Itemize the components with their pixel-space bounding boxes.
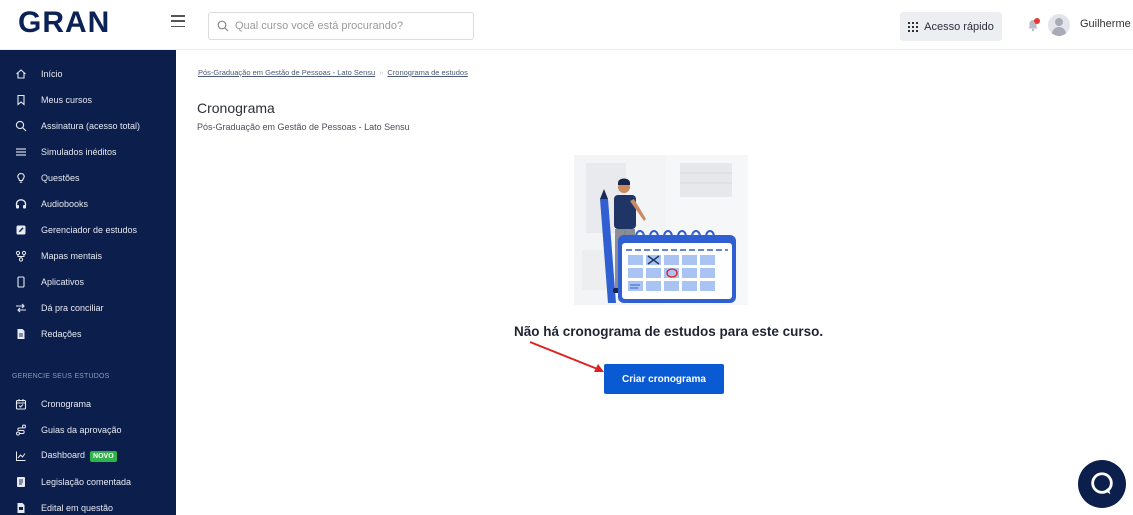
sidebar-item-label: Dá pra conciliar [41,303,104,313]
sidebar-item-label: Cronograma [41,399,92,409]
headphones-icon [15,198,27,210]
sidebar-item-label: Assinatura (acesso total) [41,121,141,131]
grid-icon [908,21,919,32]
phone-icon [15,276,27,288]
sidebar-item-inicio[interactable]: Início [0,61,176,87]
sidebar-item-mapas[interactable]: Mapas mentais [0,243,176,269]
sidebar-item-label: Dashboard [41,450,86,461]
section-title: GERENCIE SEUS ESTUDOS [12,373,110,380]
mindmap-icon [15,250,27,262]
book-icon [15,476,27,488]
search-box[interactable] [208,12,474,40]
notification-bell-icon[interactable] [1026,18,1040,32]
sidebar-item-label: Gerenciador de estudos [41,225,138,235]
annotation-arrow [529,341,604,372]
sidebar-item-assinatura[interactable]: Assinatura (acesso total) [0,113,176,139]
page-title: Cronograma [197,100,275,116]
sidebar-item-cronograma[interactable]: Cronograma [0,391,176,417]
sidebar: Início Meus cursos Assinatura (acesso to… [0,50,176,515]
sidebar-item-legislacao[interactable]: Legislação comentada [0,469,176,495]
search-icon [15,120,27,132]
sidebar-item-label: Edital em questão [41,503,114,513]
home-icon [15,68,27,80]
app: GRAN Acesso rápido Guilherme Início Meus… [0,0,1133,515]
swap-icon [15,302,27,314]
user-name[interactable]: Guilherme [1080,18,1131,30]
sidebar-item-label: Mapas mentais [41,251,103,261]
sidebar-item-guias[interactable]: Guias da aprovação [0,417,176,443]
sidebar-item-gerenciador[interactable]: Gerenciador de estudos [0,217,176,243]
chart-line-icon [15,450,27,462]
search-input[interactable] [235,20,455,32]
new-badge: NOVO [90,450,117,462]
lightbulb-icon [15,172,27,184]
sidebar-item-questoes[interactable]: Questões [0,165,176,191]
quick-access-label: Acesso rápido [924,20,994,33]
top-bar: GRAN Acesso rápido Guilherme [0,0,1133,50]
quick-access-button[interactable]: Acesso rápido [900,12,1002,41]
sidebar-item-label: Guias da aprovação [41,425,122,435]
page-subtitle: Pós-Graduação em Gestão de Pessoas - Lat… [197,122,410,132]
notification-dot [1034,18,1040,24]
sidebar-item-da-pra-conciliar[interactable]: Dá pra conciliar [0,295,176,321]
sidebar-item-dashboard[interactable]: Dashboard NOVO [0,443,176,469]
sidebar-item-label: Início [41,69,63,79]
breadcrumb-current-link[interactable]: Cronograma de estudos [387,68,467,77]
edit-icon [15,224,27,236]
sidebar-item-label: Aplicativos [41,277,85,287]
route-icon [15,424,27,436]
bookmark-icon [15,94,27,106]
search-icon [217,20,229,32]
sidebar-item-label: Questões [41,173,80,183]
sidebar-item-audiobooks[interactable]: Audiobooks [0,191,176,217]
avatar[interactable] [1048,14,1070,36]
sidebar-item-label: Meus cursos [41,95,93,105]
breadcrumb-separator: » [379,68,384,77]
chat-icon[interactable] [1078,460,1126,508]
list-icon [15,146,27,158]
sidebar-item-aplicativos[interactable]: Aplicativos [0,269,176,295]
sidebar-item-label-wrap: Dashboard NOVO [41,450,117,462]
gran-logo[interactable]: GRAN [18,6,110,40]
breadcrumb: Pós-Graduação em Gestão de Pessoas - Lat… [198,68,468,77]
sidebar-item-label: Redações [41,329,82,339]
sidebar-item-edital[interactable]: Edital em questão [0,495,176,515]
sidebar-item-label: Simulados inéditos [41,147,117,157]
create-schedule-button[interactable]: Criar cronograma [604,364,724,394]
file-icon [15,502,27,514]
empty-state-message: Não há cronograma de estudos para este c… [514,324,824,339]
sidebar-item-label: Audiobooks [41,199,89,209]
sidebar-item-redacoes[interactable]: Redações [0,321,176,347]
sidebar-item-meus-cursos[interactable]: Meus cursos [0,87,176,113]
document-icon [15,328,27,340]
sidebar-item-label: Legislação comentada [41,477,132,487]
calendar-icon [15,398,27,410]
schedule-illustration [574,155,748,305]
menu-toggle-icon[interactable] [171,15,185,27]
breadcrumb-course-link[interactable]: Pós-Graduação em Gestão de Pessoas - Lat… [198,68,375,77]
sidebar-item-simulados[interactable]: Simulados inéditos [0,139,176,165]
